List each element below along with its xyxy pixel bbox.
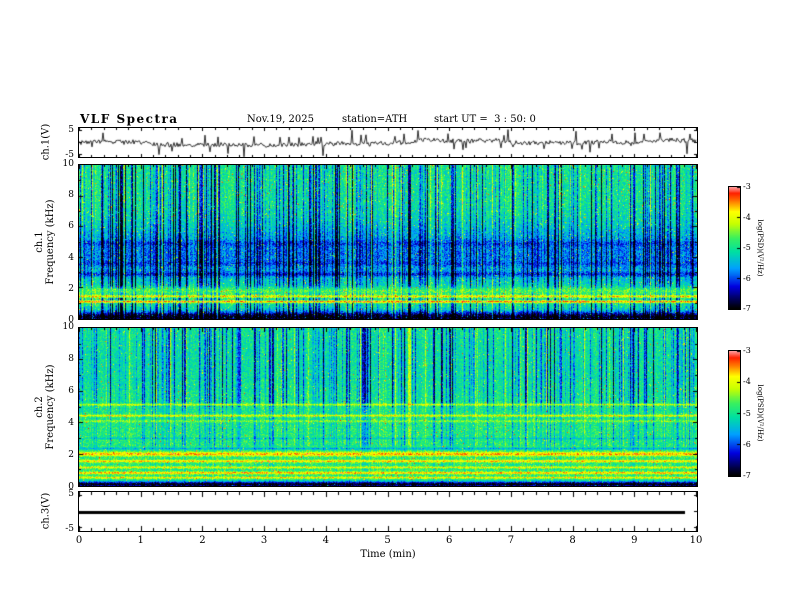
colorbar-tick-label: -6 bbox=[743, 273, 751, 283]
ch1-colorbar-canvas bbox=[729, 187, 740, 309]
ch2-frequency-axis-label-channel: ch.2 bbox=[34, 396, 45, 418]
frequency-tick-label: 2 bbox=[68, 283, 74, 294]
ch2-frequency-axis-label-unit: Frequency (kHz) bbox=[45, 364, 56, 450]
time-tick-label: 8 bbox=[569, 535, 576, 546]
time-tick-label: 4 bbox=[322, 535, 329, 546]
ch1-waveform-panel bbox=[78, 127, 698, 158]
ch1-spectrogram-panel bbox=[78, 164, 698, 320]
colorbar-tick-label: -7 bbox=[743, 471, 751, 480]
time-tick-label: 7 bbox=[507, 535, 515, 546]
vlf-spectra-figure: VLF Spectra Nov.19, 2025 station=ATH sta… bbox=[0, 0, 792, 612]
time-tick-label: 6 bbox=[446, 535, 453, 546]
header-start-ut: start UT = 3 : 50: 0 bbox=[434, 114, 536, 125]
voltage-tick-label: 5 bbox=[68, 124, 74, 135]
time-tick-label: 1 bbox=[137, 535, 144, 546]
frequency-tick-label: 4 bbox=[68, 418, 74, 428]
colorbar-tick-label: -3 bbox=[743, 182, 751, 191]
colorbar-tick-label: -4 bbox=[743, 212, 751, 222]
plot-title: VLF Spectra bbox=[80, 112, 179, 126]
colorbar-tick-label: -4 bbox=[743, 377, 751, 387]
frequency-tick-label: 8 bbox=[68, 190, 74, 201]
ch3-waveform-canvas bbox=[79, 492, 697, 531]
ch2-spectrogram-canvas bbox=[79, 328, 697, 486]
colorbar-tick-label: -7 bbox=[743, 304, 751, 313]
frequency-tick-label: 6 bbox=[68, 221, 74, 232]
frequency-tick-label: 4 bbox=[68, 252, 74, 263]
colorbar-tick-label: -6 bbox=[743, 439, 751, 449]
time-tick-label: 5 bbox=[384, 535, 391, 546]
ch2-colorbar-canvas bbox=[729, 351, 740, 476]
time-tick-label: 2 bbox=[199, 535, 206, 546]
voltage-tick-label: -5 bbox=[65, 523, 74, 534]
colorbar-tick-label: -5 bbox=[743, 408, 751, 418]
time-tick-label: 3 bbox=[260, 535, 268, 546]
ch1-colorbar bbox=[728, 186, 741, 310]
colorbar-tick-label: -5 bbox=[743, 243, 751, 252]
time-tick-label: 9 bbox=[631, 535, 638, 546]
time-axis-label: Time (min) bbox=[360, 549, 416, 560]
frequency-tick-label: 8 bbox=[68, 354, 74, 364]
frequency-tick-label: 2 bbox=[68, 450, 74, 460]
colorbar-tick-label: -3 bbox=[743, 346, 751, 355]
header-date: Nov.19, 2025 bbox=[247, 114, 314, 125]
ch2-frequency-axis-label: ch.2 Frequency (kHz) bbox=[34, 364, 56, 449]
ch3-waveform-panel bbox=[78, 491, 698, 532]
ch2-colorbar bbox=[728, 350, 741, 477]
header-station: station=ATH bbox=[342, 114, 408, 125]
ch1-frequency-axis-label-unit: Frequency (kHz) bbox=[45, 199, 56, 285]
time-tick-label: 0 bbox=[75, 535, 83, 546]
time-tick-label: 10 bbox=[689, 535, 703, 546]
ch1-waveform-canvas bbox=[79, 128, 697, 157]
frequency-tick-label: 6 bbox=[68, 386, 74, 396]
ch1-frequency-axis-label-channel: ch.1 bbox=[34, 231, 45, 253]
ch2-spectrogram-panel bbox=[78, 327, 698, 487]
frequency-tick-label: 10 bbox=[62, 322, 74, 332]
frequency-tick-label: 10 bbox=[62, 159, 74, 169]
frequency-tick-label: 0 bbox=[68, 482, 74, 492]
ch1-spectrogram-canvas bbox=[79, 165, 697, 319]
ch1-frequency-axis-label: ch.1 Frequency (kHz) bbox=[34, 199, 56, 284]
